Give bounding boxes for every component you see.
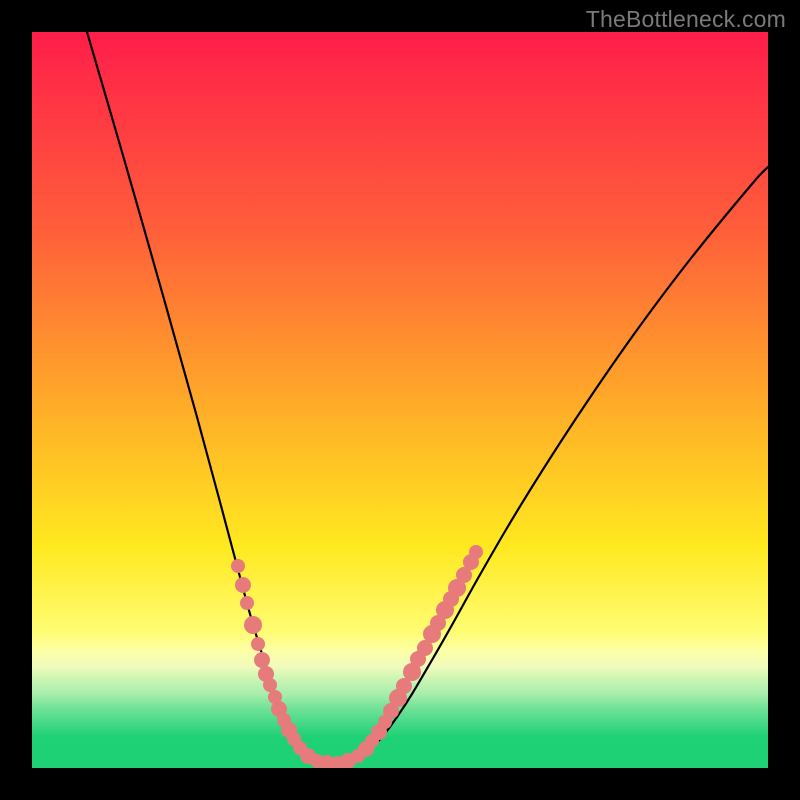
marker-markers-right bbox=[469, 545, 483, 559]
marker-markers-left bbox=[235, 577, 251, 593]
marker-markers-left bbox=[244, 616, 262, 634]
chart-container: TheBottleneck.com bbox=[0, 0, 800, 800]
marker-markers-left bbox=[263, 678, 277, 692]
watermark-text: TheBottleneck.com bbox=[586, 6, 786, 33]
curve-right-limb bbox=[332, 167, 768, 764]
marker-markers-left bbox=[254, 652, 270, 668]
plot-area bbox=[32, 32, 768, 768]
marker-markers-left bbox=[231, 559, 245, 573]
marker-markers-left bbox=[240, 596, 254, 610]
marker-markers-left bbox=[251, 637, 265, 651]
curve-layer bbox=[32, 32, 768, 768]
curve-left-limb bbox=[87, 32, 332, 764]
